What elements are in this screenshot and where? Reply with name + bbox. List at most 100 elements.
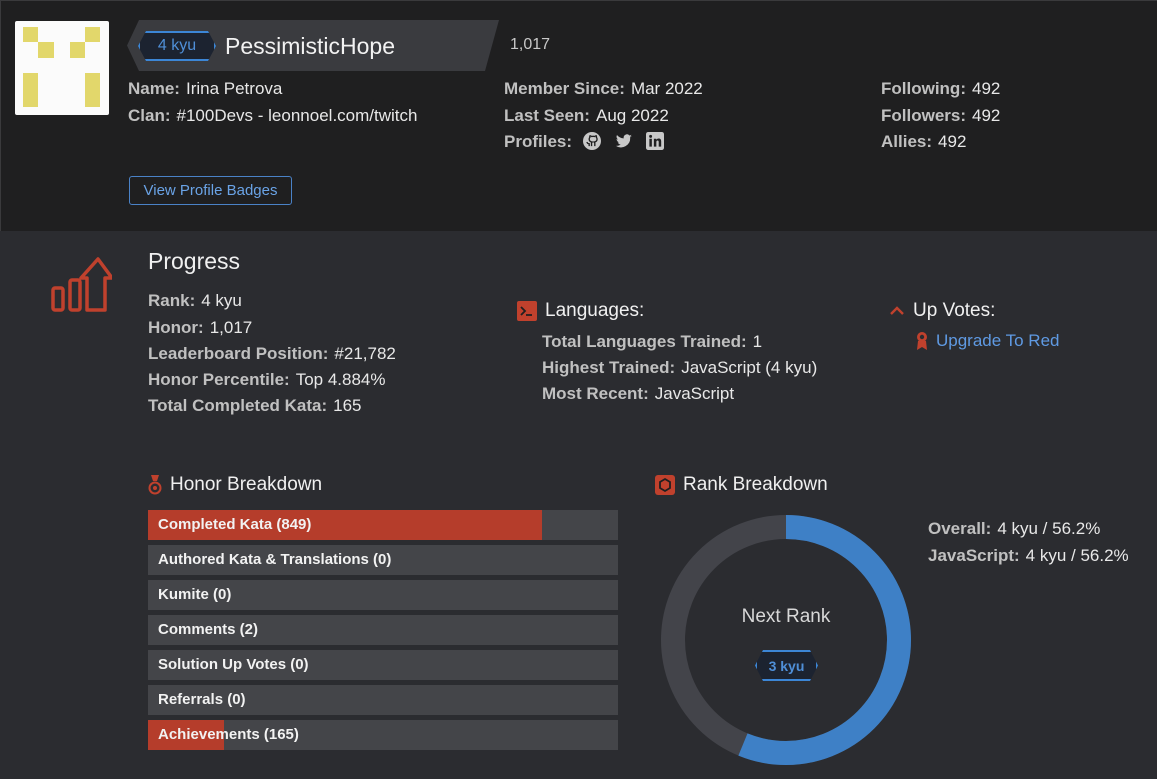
leaderboard-stat: Leaderboard Position: #21,782 <box>148 344 396 364</box>
leaderboard-value: #21,782 <box>334 344 396 363</box>
overall-label: Overall: <box>928 519 992 538</box>
rank-breakdown-heading: Rank Breakdown <box>655 474 828 496</box>
highest-trained-label: Highest Trained: <box>542 358 676 377</box>
rank-progress-donut <box>661 515 911 765</box>
last-seen-row: Last Seen: Aug 2022 <box>504 106 669 126</box>
languages-trained-label: Total Languages Trained: <box>542 332 747 351</box>
honor-bar-label: Solution Up Votes (0) <box>158 656 309 673</box>
honor-label: Honor: <box>148 318 204 337</box>
avatar-pixel <box>85 27 100 42</box>
honor-value: 1,017 <box>209 318 253 337</box>
avatar-pixel <box>23 27 38 42</box>
chevron-up-icon <box>890 306 904 315</box>
upvotes-heading: Up Votes: <box>889 300 995 322</box>
leaderboard-label: Leaderboard Position: <box>148 344 329 363</box>
view-profile-badges-button[interactable]: View Profile Badges <box>129 176 292 205</box>
honor-bar-label: Achievements (165) <box>158 726 299 743</box>
ribbon-icon <box>917 332 927 350</box>
clan-value: #100Devs - leonnoel.com/twitch <box>176 106 418 125</box>
allies-row[interactable]: Allies: 492 <box>881 132 966 152</box>
allies-value: 492 <box>938 132 967 151</box>
javascript-rank-stat: JavaScript: 4 kyu / 56.2% <box>928 546 1129 566</box>
rank-label: Rank: <box>148 291 196 310</box>
following-row[interactable]: Following: 492 <box>881 79 1000 99</box>
twitter-icon[interactable] <box>615 132 633 150</box>
avatar-pixel <box>38 42 54 58</box>
profile-header: 4 kyu PessimisticHope 1,017 Name: Irina P… <box>0 0 1157 231</box>
languages-title: Languages: <box>545 300 645 321</box>
following-label: Following: <box>881 79 966 98</box>
javascript-label: JavaScript: <box>928 546 1020 565</box>
member-since-value: Mar 2022 <box>630 79 703 98</box>
avatar-pixel <box>23 73 38 107</box>
percentile-value: Top 4.884% <box>295 370 386 389</box>
last-seen-value: Aug 2022 <box>595 106 669 125</box>
honor-bar: Comments (2) <box>148 615 618 645</box>
languages-trained-value: 1 <box>752 332 763 351</box>
honor-bar-label: Kumite (0) <box>158 586 232 603</box>
rank-breakdown-title: Rank Breakdown <box>683 474 828 495</box>
completed-kata-value: 165 <box>333 396 362 415</box>
most-recent-stat: Most Recent: JavaScript <box>542 384 734 404</box>
highest-trained-value: JavaScript (4 kyu) <box>681 358 818 377</box>
next-rank-badge: 3 kyu <box>755 650 818 681</box>
honor-bar-label: Authored Kata & Translations (0) <box>158 551 392 568</box>
avatar-pixel <box>85 73 100 107</box>
languages-heading: Languages: <box>517 300 644 322</box>
percentile-stat: Honor Percentile: Top 4.884% <box>148 370 386 390</box>
linkedin-icon[interactable] <box>646 132 665 150</box>
honor-stat: Honor: 1,017 <box>148 318 252 338</box>
most-recent-value: JavaScript <box>654 384 735 403</box>
followers-value: 492 <box>972 106 1001 125</box>
upgrade-to-red-label: Upgrade To Red <box>936 331 1060 350</box>
allies-label: Allies: <box>881 132 933 151</box>
honor-bar-label: Completed Kata (849) <box>158 516 312 533</box>
next-rank-label: Next Rank <box>741 606 831 627</box>
honor-bar: Kumite (0) <box>148 580 618 610</box>
upvotes-title: Up Votes: <box>913 300 996 321</box>
completed-kata-label: Total Completed Kata: <box>148 396 328 415</box>
github-icon[interactable] <box>582 132 601 150</box>
followers-label: Followers: <box>881 106 967 125</box>
honor-bar: Referrals (0) <box>148 685 618 715</box>
profiles-label: Profiles: <box>504 132 573 151</box>
honor-total: 1,017 <box>510 36 551 53</box>
overall-value: 4 kyu / 56.2% <box>997 519 1101 538</box>
overall-rank-stat: Overall: 4 kyu / 56.2% <box>928 519 1100 539</box>
clan-label: Clan: <box>128 106 171 125</box>
last-seen-label: Last Seen: <box>504 106 590 125</box>
member-since-label: Member Since: <box>504 79 625 98</box>
followers-row[interactable]: Followers: 492 <box>881 106 1000 126</box>
rank-badge: 4 kyu <box>138 31 216 61</box>
name-value: Irina Petrova <box>185 79 283 98</box>
honor-bar: Authored Kata & Translations (0) <box>148 545 618 575</box>
honor-breakdown-heading: Honor Breakdown <box>148 474 322 496</box>
languages-trained-stat: Total Languages Trained: 1 <box>542 332 762 352</box>
honor-bar: Achievements (165) <box>148 720 618 750</box>
following-value: 492 <box>971 79 1001 98</box>
terminal-icon <box>517 301 537 321</box>
medal-icon <box>148 475 162 495</box>
profiles-row: Profiles: <box>504 132 673 152</box>
member-since-row: Member Since: Mar 2022 <box>504 79 703 99</box>
honor-breakdown-title: Honor Breakdown <box>170 474 323 495</box>
rank-value: 4 kyu <box>201 291 242 310</box>
avatar-pixel <box>70 42 85 58</box>
completed-kata-stat: Total Completed Kata: 165 <box>148 396 362 416</box>
name-row: Name: Irina Petrova <box>128 79 282 99</box>
most-recent-label: Most Recent: <box>542 384 649 403</box>
name-label: Name: <box>128 79 180 98</box>
honor-bar: Solution Up Votes (0) <box>148 650 618 680</box>
clan-row: Clan: #100Devs - leonnoel.com/twitch <box>128 106 417 126</box>
rank-stat: Rank: 4 kyu <box>148 291 242 311</box>
honor-bar-label: Comments (2) <box>158 621 259 638</box>
percentile-label: Honor Percentile: <box>148 370 290 389</box>
highest-trained-stat: Highest Trained: JavaScript (4 kyu) <box>542 358 817 378</box>
progress-chart-icon <box>51 257 112 312</box>
upgrade-to-red-link[interactable]: Upgrade To Red <box>915 331 1060 351</box>
rank-hexagon-icon <box>655 475 675 495</box>
honor-bar: Completed Kata (849) <box>148 510 618 540</box>
username: PessimisticHope <box>225 33 395 59</box>
avatar[interactable] <box>15 21 109 115</box>
honor-bar-label: Referrals (0) <box>158 691 246 708</box>
